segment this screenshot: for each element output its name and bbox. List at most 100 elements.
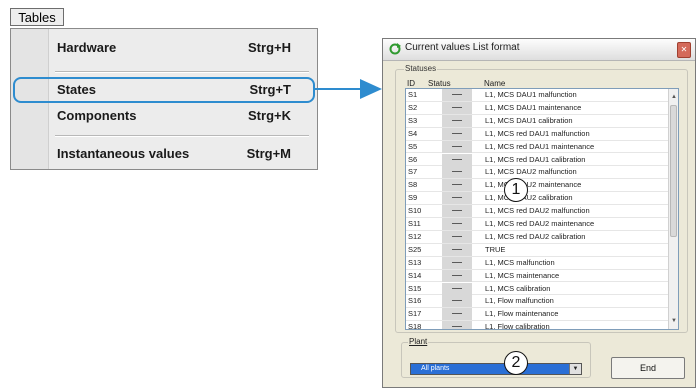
list-row[interactable]: S16 L1, Flow malfunction: [406, 295, 670, 309]
row-name: L1, MCS red DAU2 maintenance: [485, 219, 595, 228]
scrollbar-thumb[interactable]: [670, 105, 677, 237]
row-name: L1, MCS DAU2 maintenance: [485, 180, 582, 190]
list-row[interactable]: S5 L1, MCS red DAU1 maintenance: [406, 140, 670, 154]
list-row[interactable]: S4 L1, MCS red DAU1 malfunction: [406, 127, 670, 141]
row-name: L1, MCS red DAU1 malfunction: [485, 128, 590, 138]
row-id: S2: [408, 102, 418, 112]
row-id: S5: [408, 141, 418, 151]
row-status-indicator: [442, 166, 472, 179]
end-button[interactable]: End: [611, 357, 685, 379]
dialog-title: Current values List format: [405, 42, 520, 53]
list-row[interactable]: S7 L1, MCS DAU2 malfunction: [406, 166, 670, 180]
column-header-status[interactable]: Status: [428, 79, 451, 88]
menu-item-shortcut: Strg+H: [248, 40, 291, 55]
row-status-indicator: [442, 101, 472, 114]
row-name: L1, MCS DAU2 malfunction: [485, 167, 577, 177]
row-status-indicator: [442, 127, 472, 140]
list-scrollbar[interactable]: ▲ ▼: [668, 89, 678, 329]
list-row[interactable]: S25 TRUE: [406, 243, 670, 257]
list-row[interactable]: S1 L1, MCS DAU1 malfunction: [406, 89, 670, 102]
callout-1: 1: [504, 178, 528, 202]
row-id: S7: [408, 167, 418, 177]
row-name: L1, MCS red DAU1 maintenance: [485, 141, 595, 151]
row-status-indicator: [442, 230, 472, 243]
chevron-down-icon[interactable]: ▼: [569, 364, 581, 374]
row-name: L1, MCS malfunction: [485, 257, 555, 267]
row-name: L1, MCS calibration: [485, 283, 551, 293]
menu-item-shortcut: Strg+K: [248, 108, 291, 123]
row-name: TRUE: [485, 244, 506, 254]
dialog-title-bar[interactable]: Current values List format ✕: [383, 39, 695, 61]
row-status-indicator: [442, 114, 472, 127]
row-name: L1, MCS DAU2 calibration: [485, 193, 573, 203]
list-row[interactable]: S12 L1, MCS red DAU2 calibration: [406, 230, 670, 244]
row-id: S14: [408, 270, 422, 280]
statuses-group-label: Statuses: [404, 64, 438, 73]
status-dash-icon: [452, 158, 462, 160]
current-values-dialog: Current values List format ✕ Statuses ID…: [382, 38, 696, 388]
tables-menu-title[interactable]: Tables: [10, 8, 64, 26]
plant-group: Plant All plants ▼: [401, 337, 591, 378]
row-id: S11: [408, 219, 421, 228]
row-id: S4: [408, 128, 418, 138]
row-name: L1, Flow calibration: [485, 322, 550, 330]
scroll-up-icon[interactable]: ▲: [670, 93, 678, 101]
row-status-indicator: [442, 140, 472, 153]
status-dash-icon: [452, 197, 462, 199]
list-row[interactable]: S17 L1, Flow maintenance: [406, 308, 670, 322]
callout-2: 2: [504, 351, 528, 375]
status-dash-icon: [452, 248, 462, 250]
row-id: S18: [408, 322, 422, 330]
column-header-id[interactable]: ID: [407, 79, 415, 88]
list-row[interactable]: S13 L1, MCS malfunction: [406, 256, 670, 270]
row-status-indicator: [442, 308, 472, 321]
list-row[interactable]: S2 L1, MCS DAU1 maintenance: [406, 101, 670, 115]
menu-separator: [55, 135, 309, 137]
close-button[interactable]: ✕: [677, 42, 691, 58]
row-name: L1, Flow malfunction: [485, 296, 554, 306]
row-name: L1, MCS maintenance: [485, 270, 560, 280]
row-status-indicator: [442, 153, 472, 166]
status-dash-icon: [452, 145, 462, 147]
status-dash-icon: [452, 94, 462, 95]
menu-item-instantaneous-values[interactable]: Instantaneous values Strg+M: [57, 143, 307, 165]
row-id: S3: [408, 115, 418, 125]
row-id: S16: [408, 296, 422, 306]
row-status-indicator: [442, 243, 472, 256]
status-dash-icon: [452, 274, 462, 276]
plant-select[interactable]: All plants ▼: [410, 363, 582, 375]
states-highlight-box: [13, 77, 315, 103]
status-dash-icon: [452, 171, 462, 173]
menu-item-hardware[interactable]: Hardware Strg+H: [57, 37, 307, 59]
list-row[interactable]: S14 L1, MCS maintenance: [406, 269, 670, 283]
pointer-arrow-line: [315, 88, 363, 90]
list-row[interactable]: S11 L1, MCS red DAU2 maintenance: [406, 218, 670, 231]
list-row[interactable]: S18 L1, Flow calibration: [406, 321, 670, 330]
status-dash-icon: [452, 223, 462, 224]
list-row[interactable]: S3 L1, MCS DAU1 calibration: [406, 114, 670, 128]
status-dash-icon: [452, 119, 462, 121]
row-status-indicator: [442, 256, 472, 269]
statuses-list[interactable]: S1 L1, MCS DAU1 malfunction S2 L1, MCS DAU1…: [405, 88, 679, 330]
refresh-icon: [389, 43, 401, 55]
status-dash-icon: [452, 326, 462, 328]
menu-item-shortcut: Strg+M: [246, 146, 291, 161]
row-name: L1, MCS DAU1 calibration: [485, 115, 573, 125]
list-row[interactable]: S9 L1, MCS DAU2 calibration: [406, 192, 670, 206]
row-id: S6: [408, 154, 418, 164]
scroll-down-icon[interactable]: ▼: [670, 317, 678, 325]
menu-item-components[interactable]: Components Strg+K: [57, 105, 307, 127]
list-row[interactable]: S8 L1, MCS DAU2 maintenance: [406, 179, 670, 193]
status-dash-icon: [452, 210, 462, 212]
row-status-indicator: [442, 218, 472, 230]
row-name: L1, MCS red DAU2 malfunction: [485, 206, 590, 216]
row-status-indicator: [442, 295, 472, 308]
row-id: S12: [408, 231, 422, 241]
column-header-name[interactable]: Name: [484, 79, 505, 88]
status-dash-icon: [452, 106, 462, 108]
list-row[interactable]: S6 L1, MCS red DAU1 calibration: [406, 153, 670, 167]
status-dash-icon: [452, 184, 462, 186]
status-dash-icon: [452, 235, 462, 237]
list-row[interactable]: S10 L1, MCS red DAU2 malfunction: [406, 205, 670, 218]
list-row[interactable]: S15 L1, MCS calibration: [406, 282, 670, 296]
